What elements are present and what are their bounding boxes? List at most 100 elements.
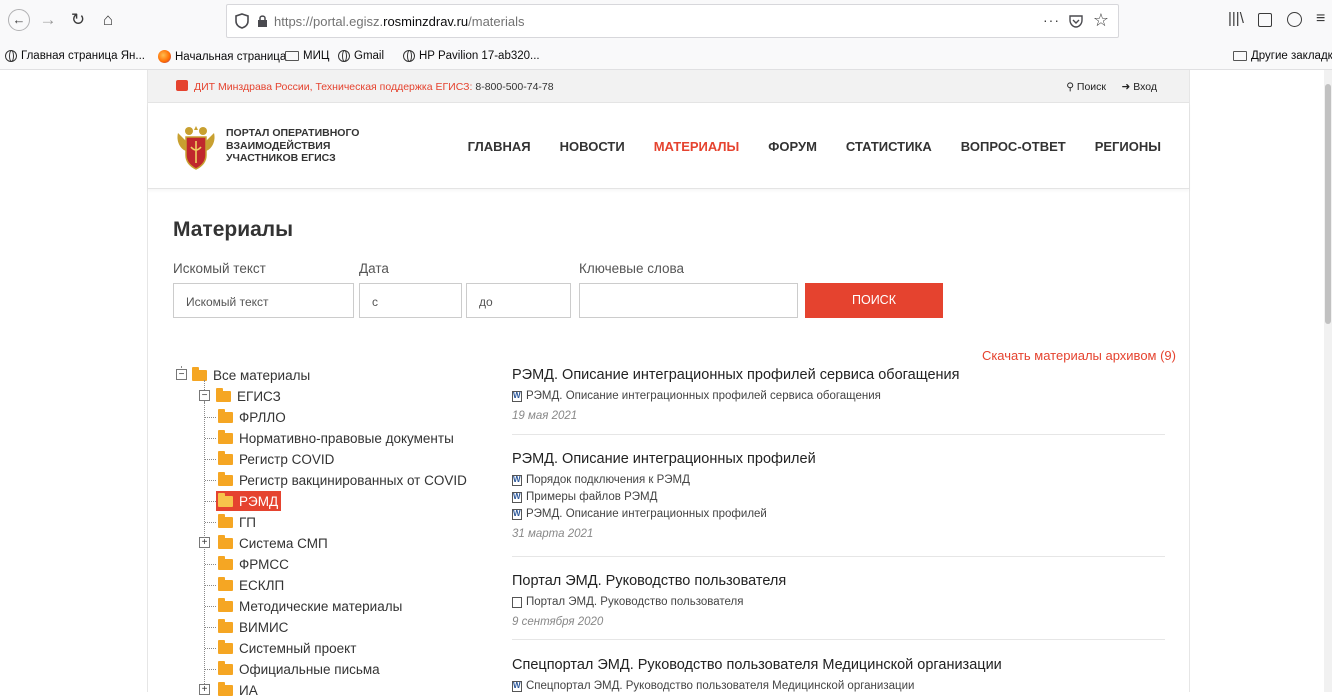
first-aid-icon bbox=[176, 80, 188, 91]
bookmark-star-icon[interactable]: ☆ bbox=[1093, 10, 1109, 31]
shield-icon[interactable] bbox=[235, 13, 249, 29]
tree-item-system-project[interactable]: Системный проект bbox=[218, 638, 356, 658]
site-logo-text[interactable]: ПОРТАЛ ОПЕРАТИВНОГО ВЗАИМОДЕЙСТВИЯ УЧАСТ… bbox=[226, 127, 426, 165]
info-text: ДИТ Минздрава России, Техническая поддер… bbox=[194, 81, 554, 93]
tree-item-label: Регистр вакцинированных от COVID bbox=[239, 472, 467, 488]
forward-icon[interactable]: → bbox=[38, 10, 58, 30]
expand-icon[interactable]: + bbox=[199, 684, 210, 695]
bookmark-yandex[interactable]: Главная страница Ян... bbox=[5, 50, 145, 62]
material-file[interactable]: Примеры файлов РЭМД bbox=[512, 491, 1165, 503]
support-phone: 8-800-500-74-78 bbox=[475, 81, 554, 93]
material-file[interactable]: РЭМД. Описание интеграционных профилей bbox=[512, 508, 1165, 520]
globe-icon bbox=[338, 50, 350, 62]
material-file[interactable]: Спецпортал ЭМД. Руководство пользователя… bbox=[512, 680, 1165, 692]
page-actions-icon[interactable]: ··· bbox=[1043, 12, 1060, 28]
tree-item-all[interactable]: Все материалы bbox=[192, 365, 310, 385]
material-item: РЭМД. Описание интеграционных профилей с… bbox=[512, 367, 1165, 422]
tree-item-label: ЕСКЛП bbox=[239, 577, 285, 593]
date-to-input[interactable]: до bbox=[466, 283, 571, 318]
url-bar[interactable]: https://portal.egisz.rosminzdrav.ru/mate… bbox=[226, 4, 1119, 38]
tree-item-covid-register[interactable]: Регистр COVID bbox=[218, 449, 334, 469]
menu-statistics[interactable]: СТАТИСТИКА bbox=[846, 139, 932, 154]
tree-item-vimis[interactable]: ВИМИС bbox=[218, 617, 288, 637]
support-label: Техническая поддержка ЕГИСЗ: bbox=[315, 81, 473, 93]
search-button[interactable]: ПОИСК bbox=[805, 283, 943, 318]
material-title[interactable]: Спецпортал ЭМД. Руководство пользователя… bbox=[512, 657, 1165, 673]
menu-home[interactable]: ГЛАВНАЯ bbox=[468, 139, 531, 154]
account-icon[interactable] bbox=[1287, 12, 1302, 27]
tree-item-frmss[interactable]: ФРМСС bbox=[218, 554, 289, 574]
other-bookmarks[interactable]: Другие закладки bbox=[1233, 50, 1332, 62]
download-archive-link[interactable]: Скачать материалы архивом (9) bbox=[982, 348, 1176, 363]
menu-news[interactable]: НОВОСТИ bbox=[560, 139, 625, 154]
search-link[interactable]: ⚲ Поиск bbox=[1066, 81, 1106, 93]
main-menu: ГЛАВНАЯ НОВОСТИ МАТЕРИАЛЫ ФОРУМ СТАТИСТИ… bbox=[468, 139, 1161, 154]
coat-of-arms-icon[interactable] bbox=[174, 123, 218, 171]
tree-item-vaccinated-register[interactable]: Регистр вакцинированных от COVID bbox=[218, 470, 467, 490]
logo-line: ПОРТАЛ ОПЕРАТИВНОГО bbox=[226, 127, 360, 139]
org-link[interactable]: ДИТ Минздрава России, bbox=[194, 81, 313, 93]
folder-icon bbox=[218, 471, 233, 486]
tree-item-frllo[interactable]: ФРЛЛО bbox=[218, 407, 286, 427]
tree-item-label: ФРМСС bbox=[239, 556, 289, 572]
tree-item-label: ГП bbox=[239, 514, 257, 530]
menu-icon[interactable]: ≡ bbox=[1316, 10, 1325, 28]
file-name: Спецпортал ЭМД. Руководство пользователя… bbox=[526, 680, 915, 692]
tree-item-label: ИА bbox=[239, 682, 258, 698]
pocket-icon[interactable] bbox=[1068, 13, 1084, 29]
tree-item-label: Все материалы bbox=[213, 367, 311, 383]
tree-item-official-letters[interactable]: Официальные письма bbox=[218, 659, 380, 679]
collapse-icon[interactable]: − bbox=[176, 369, 187, 380]
login-link[interactable]: ➜ Вход bbox=[1122, 81, 1158, 93]
sidebar-icon[interactable] bbox=[1258, 13, 1272, 27]
material-file[interactable]: РЭМД. Описание интеграционных профилей с… bbox=[512, 390, 1165, 402]
file-name: РЭМД. Описание интеграционных профилей с… bbox=[526, 390, 881, 402]
material-title[interactable]: РЭМД. Описание интеграционных профилей с… bbox=[512, 367, 1165, 383]
reload-icon[interactable]: ↻ bbox=[68, 10, 88, 30]
tree-item-ia[interactable]: ИА bbox=[218, 680, 258, 700]
back-icon[interactable]: ← bbox=[8, 9, 30, 31]
tree-item-label: ЕГИСЗ bbox=[237, 388, 281, 404]
tree-item-esklp[interactable]: ЕСКЛП bbox=[218, 575, 284, 595]
tree-item-legal-docs[interactable]: Нормативно-правовые документы bbox=[218, 428, 454, 448]
page-scrollbar[interactable] bbox=[1324, 70, 1332, 692]
keywords-input[interactable] bbox=[579, 283, 798, 318]
material-file[interactable]: Порядок подключения к РЭМД bbox=[512, 474, 1165, 486]
menu-regions[interactable]: РЕГИОНЫ bbox=[1095, 139, 1161, 154]
library-icon[interactable]: |||\ bbox=[1228, 10, 1244, 27]
tree-item-remd[interactable]: РЭМД bbox=[216, 491, 282, 511]
menu-materials[interactable]: МАТЕРИАЛЫ bbox=[654, 139, 740, 154]
bookmark-label: МИЦ bbox=[303, 50, 330, 62]
bookmark-gmail[interactable]: Gmail bbox=[338, 50, 384, 62]
expand-icon[interactable]: + bbox=[199, 537, 210, 548]
browser-toolbar: ← → ↻ ⌂ https://portal.egisz.rosminzdrav… bbox=[0, 0, 1332, 44]
materials-tree: − Все материалы − ЕГИСЗ ФРЛЛО Нормативно… bbox=[176, 365, 506, 698]
material-file[interactable]: Портал ЭМД. Руководство пользователя bbox=[512, 596, 1165, 608]
bookmark-mic[interactable]: МИЦ bbox=[285, 50, 329, 62]
bookmark-label: Другие закладки bbox=[1251, 50, 1332, 62]
folder-icon bbox=[218, 681, 233, 696]
menu-forum[interactable]: ФОРУМ bbox=[768, 139, 817, 154]
scrollbar-thumb[interactable] bbox=[1325, 84, 1331, 324]
bookmark-start-page[interactable]: Начальная страница bbox=[158, 50, 286, 63]
folder-icon bbox=[218, 492, 233, 507]
menu-qa[interactable]: ВОПРОС-ОТВЕТ bbox=[961, 139, 1066, 154]
tree-item-gp[interactable]: ГП bbox=[218, 512, 256, 532]
collapse-icon[interactable]: − bbox=[199, 390, 210, 401]
divider bbox=[512, 434, 1165, 435]
url-text[interactable]: https://portal.egisz.rosminzdrav.ru/mate… bbox=[274, 14, 525, 29]
bookmark-hp[interactable]: HP Pavilion 17-ab320... bbox=[403, 50, 540, 62]
file-icon bbox=[512, 596, 522, 608]
tree-item-egisz[interactable]: ЕГИСЗ bbox=[216, 386, 281, 406]
date-label: Дата bbox=[359, 261, 389, 276]
material-title[interactable]: Портал ЭМД. Руководство пользователя bbox=[512, 573, 1165, 589]
home-icon[interactable]: ⌂ bbox=[98, 10, 118, 30]
date-from-input[interactable]: с bbox=[359, 283, 462, 318]
folder-icon bbox=[216, 387, 231, 402]
lock-icon[interactable] bbox=[257, 14, 268, 28]
material-title[interactable]: РЭМД. Описание интеграционных профилей bbox=[512, 451, 1165, 467]
search-text-input[interactable]: Искомый текст bbox=[173, 283, 354, 318]
tree-item-methodical[interactable]: Методические материалы bbox=[218, 596, 402, 616]
tree-item-smp[interactable]: Система СМП bbox=[218, 533, 328, 553]
tree-item-label: Нормативно-правовые документы bbox=[239, 430, 454, 446]
